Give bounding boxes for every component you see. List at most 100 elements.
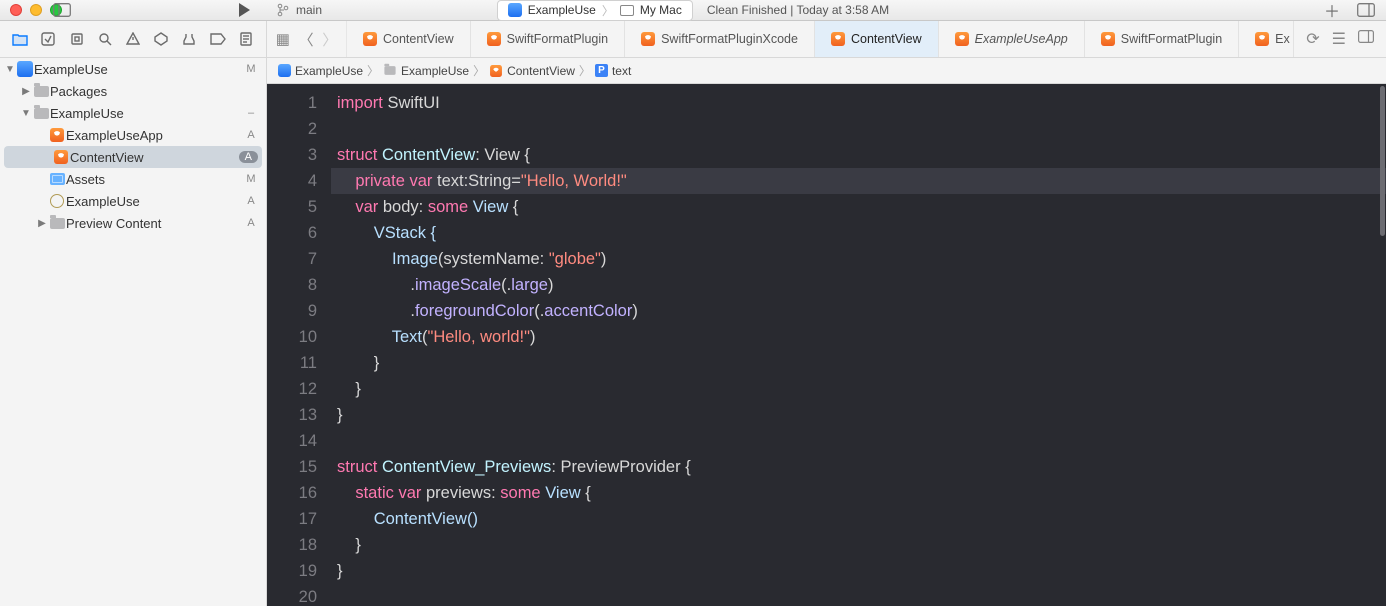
code-line[interactable]: Text("Hello, world!") xyxy=(331,324,1386,350)
line-number[interactable]: 1 xyxy=(267,90,317,116)
navigator-row[interactable]: ▼ExampleUse– xyxy=(0,102,266,124)
line-number[interactable]: 2 xyxy=(267,116,317,142)
line-number[interactable]: 12 xyxy=(267,376,317,402)
project-navigator-icon[interactable] xyxy=(11,30,29,48)
line-number[interactable]: 14 xyxy=(267,428,317,454)
line-number[interactable]: 6 xyxy=(267,220,317,246)
go-forward-button[interactable]: 〉 xyxy=(322,29,337,50)
line-number[interactable]: 8 xyxy=(267,272,317,298)
go-back-button[interactable]: 〈 xyxy=(299,29,314,50)
close-window-button[interactable] xyxy=(10,4,22,16)
code-line[interactable]: private var text:String="Hello, World!" xyxy=(331,168,1386,194)
line-number[interactable]: 17 xyxy=(267,506,317,532)
line-number[interactable]: 15 xyxy=(267,454,317,480)
reload-icon[interactable]: ⟳ xyxy=(1306,29,1319,49)
code-line[interactable]: struct ContentView_Previews: PreviewProv… xyxy=(331,454,1386,480)
editor-tab[interactable]: ContentView xyxy=(347,21,471,57)
code-line[interactable] xyxy=(331,116,1386,142)
code-line[interactable]: } xyxy=(331,402,1386,428)
code-line[interactable]: } xyxy=(331,558,1386,584)
editor-tab[interactable]: SwiftFormatPluginXcode xyxy=(625,21,815,57)
source-control-navigator-icon[interactable] xyxy=(39,30,57,48)
line-number[interactable]: 11 xyxy=(267,350,317,376)
line-number[interactable]: 18 xyxy=(267,532,317,558)
editor-tab[interactable]: Ex xyxy=(1239,21,1293,57)
issue-navigator-icon[interactable] xyxy=(124,30,142,48)
project-navigator[interactable]: ▼ExampleUseM▶Packages▼ExampleUse–Example… xyxy=(0,58,267,606)
breadcrumb-project[interactable]: ExampleUse xyxy=(295,64,363,78)
entitlements-icon xyxy=(48,194,66,208)
symbol-navigator-icon[interactable] xyxy=(68,30,86,48)
folder-icon xyxy=(384,66,395,75)
code-line[interactable]: .foregroundColor(.accentColor) xyxy=(331,298,1386,324)
breadcrumb-file[interactable]: ContentView xyxy=(507,64,575,78)
debug-navigator-icon[interactable] xyxy=(180,30,198,48)
minimize-window-button[interactable] xyxy=(30,4,42,16)
library-button[interactable] xyxy=(1356,2,1376,18)
swift-icon xyxy=(641,32,655,46)
related-items-icon[interactable]: ▦ xyxy=(276,30,290,48)
code-line[interactable]: static var previews: some View { xyxy=(331,480,1386,506)
test-navigator-icon[interactable] xyxy=(152,30,170,48)
editor-tab[interactable]: ExampleUseApp xyxy=(939,21,1085,57)
add-tab-button[interactable]: ＋ xyxy=(1322,2,1342,18)
code-line[interactable]: Image(systemName: "globe") xyxy=(331,246,1386,272)
code-line[interactable]: struct ContentView: View { xyxy=(331,142,1386,168)
line-number[interactable]: 10 xyxy=(267,324,317,350)
editor-layout-icon[interactable]: ☰ xyxy=(1332,29,1346,49)
branch-name[interactable]: main xyxy=(296,3,322,17)
mac-icon xyxy=(620,5,634,16)
navigator-row[interactable]: ▶ Packages xyxy=(0,80,266,102)
code-line[interactable]: VStack { xyxy=(331,220,1386,246)
find-navigator-icon[interactable] xyxy=(96,30,114,48)
toggle-inspector-icon[interactable] xyxy=(1358,30,1374,48)
code-line[interactable]: import SwiftUI xyxy=(331,90,1386,116)
navigator-row[interactable]: ▶Preview ContentA xyxy=(0,212,266,234)
navigator-row[interactable]: ExampleUseA xyxy=(0,190,266,212)
line-number[interactable]: 20 xyxy=(267,584,317,606)
breadcrumb-folder[interactable]: ExampleUse xyxy=(401,64,469,78)
editor-tab[interactable]: SwiftFormatPlugin xyxy=(1085,21,1239,57)
line-number[interactable]: 19 xyxy=(267,558,317,584)
scm-status-badge: A xyxy=(244,217,258,229)
line-number[interactable]: 9 xyxy=(267,298,317,324)
disclosure-triangle[interactable]: ▶ xyxy=(20,86,32,97)
breakpoint-navigator-icon[interactable] xyxy=(209,30,227,48)
code-line[interactable] xyxy=(331,584,1386,606)
code-line[interactable]: ContentView() xyxy=(331,506,1386,532)
source-text[interactable]: import SwiftUI struct ContentView: View {… xyxy=(331,84,1386,606)
code-line[interactable]: } xyxy=(331,532,1386,558)
editor-tab[interactable]: SwiftFormatPlugin xyxy=(471,21,625,57)
report-navigator-icon[interactable] xyxy=(237,30,255,48)
code-line[interactable]: } xyxy=(331,376,1386,402)
line-number-gutter[interactable]: 1234567891011121314151617181920 xyxy=(267,84,331,606)
source-editor[interactable]: 1234567891011121314151617181920 import S… xyxy=(267,84,1386,606)
code-line[interactable]: .imageScale(.large) xyxy=(331,272,1386,298)
line-number[interactable]: 4 xyxy=(267,168,317,194)
run-button[interactable] xyxy=(234,2,254,18)
navigator-row[interactable]: AssetsM xyxy=(0,168,266,190)
line-number[interactable]: 3 xyxy=(267,142,317,168)
line-number[interactable]: 7 xyxy=(267,246,317,272)
code-line[interactable]: } xyxy=(331,350,1386,376)
breadcrumb-bar[interactable]: ExampleUse 〉 ExampleUse 〉 ContentView 〉 … xyxy=(267,58,1386,84)
navigator-row[interactable]: ExampleUseAppA xyxy=(0,124,266,146)
toggle-navigator-button[interactable] xyxy=(52,2,72,18)
code-line[interactable] xyxy=(331,428,1386,454)
row-label: Packages xyxy=(50,84,244,99)
vertical-scrollbar[interactable] xyxy=(1379,84,1386,606)
disclosure-triangle[interactable]: ▼ xyxy=(20,108,32,119)
line-number[interactable]: 16 xyxy=(267,480,317,506)
toolbar: ▦ 〈 〉 ContentViewSwiftFormatPluginSwiftF… xyxy=(0,21,1386,58)
scheme-selector[interactable]: ExampleUse 〉 My Mac xyxy=(497,0,693,21)
editor-tab[interactable]: ContentView xyxy=(815,21,939,57)
code-line[interactable]: var body: some View { xyxy=(331,194,1386,220)
disclosure-triangle[interactable]: ▼ xyxy=(4,64,16,75)
line-number[interactable]: 13 xyxy=(267,402,317,428)
navigator-row[interactable]: ▼ExampleUseM xyxy=(0,58,266,80)
breadcrumb-symbol[interactable]: text xyxy=(612,64,631,78)
disclosure-triangle[interactable]: ▶ xyxy=(36,218,48,229)
scrollbar-thumb[interactable] xyxy=(1380,86,1385,236)
line-number[interactable]: 5 xyxy=(267,194,317,220)
navigator-row[interactable]: ContentViewA xyxy=(4,146,262,168)
